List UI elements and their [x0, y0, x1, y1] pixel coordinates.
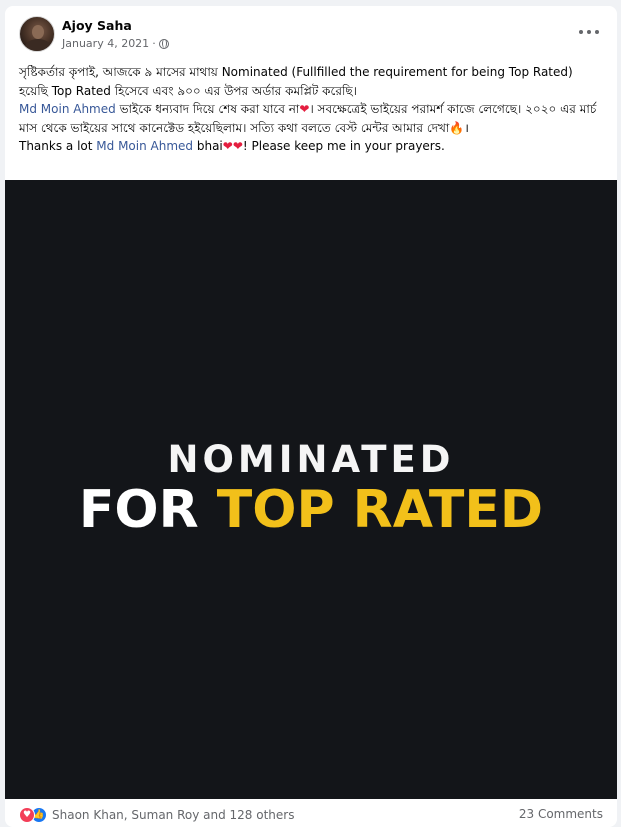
more-horizontal-icon-dot	[587, 30, 591, 34]
post-paragraph-3: Thanks a lot Md Moin Ahmed bhai❤❤! Pleas…	[19, 137, 604, 156]
reactions-text: Shaon Khan, Suman Roy and 128 others	[52, 808, 295, 822]
author-name[interactable]: Ajoy Saha	[62, 18, 132, 33]
meta-separator: ·	[152, 37, 156, 50]
image-subheadline: FOR TOP RATED	[5, 480, 617, 540]
text-segment: bhai	[193, 139, 223, 153]
text-segment: Thanks a lot	[19, 139, 97, 153]
comments-count[interactable]: 23 Comments	[519, 807, 603, 821]
avatar-face	[32, 25, 44, 39]
text-segment: ! Please keep me in your prayers.	[242, 139, 445, 153]
mention-link[interactable]: Md Moin Ahmed	[96, 139, 193, 153]
text-segment: ভাইকে ধন্যবাদ দিয়ে শেষ করা যাবে না	[115, 102, 300, 116]
post-header: Ajoy Saha January 4, 2021 ·	[5, 6, 617, 62]
more-horizontal-icon-dot	[595, 30, 599, 34]
avatar-figure	[25, 39, 51, 51]
post-card: Ajoy Saha January 4, 2021 · সৃষ্টিকর্তার…	[5, 6, 617, 827]
post-paragraph-2: Md Moin Ahmed ভাইকে ধন্যবাদ দিয়ে শেষ কর…	[19, 100, 604, 137]
more-horizontal-icon	[579, 30, 583, 34]
post-meta: January 4, 2021 ·	[62, 37, 169, 50]
reactions-summary[interactable]: ♥ 👍 Shaon Khan, Suman Roy and 128 others	[19, 807, 294, 823]
post-footer: ♥ 👍 Shaon Khan, Suman Roy and 128 others…	[5, 799, 617, 827]
heart-emoji-icon: ❤	[299, 102, 310, 116]
image-subheadline-white: FOR	[78, 480, 217, 540]
post-image[interactable]: NOMINATED FOR TOP RATED	[5, 180, 617, 799]
love-icon: ♥	[19, 807, 35, 823]
image-headline: NOMINATED	[167, 438, 455, 481]
fire-emoji-icon: 🔥	[449, 120, 465, 135]
post-date[interactable]: January 4, 2021	[62, 37, 149, 50]
mention-link[interactable]: Md Moin Ahmed	[19, 102, 116, 116]
globe-icon[interactable]	[158, 38, 169, 49]
text-segment: ।	[464, 120, 469, 135]
heart-emoji-icon: ❤❤	[222, 139, 243, 153]
post-paragraph-1: সৃষ্টিকর্তার কৃপাই, আজকে ৯ মাসের মাথায় …	[19, 65, 573, 98]
image-subheadline-accent: TOP RATED	[216, 480, 544, 540]
author-avatar[interactable]	[19, 16, 55, 52]
post-text: সৃষ্টিকর্তার কৃপাই, আজকে ৯ মাসের মাথায় …	[19, 63, 604, 156]
more-options-button[interactable]	[579, 24, 599, 40]
